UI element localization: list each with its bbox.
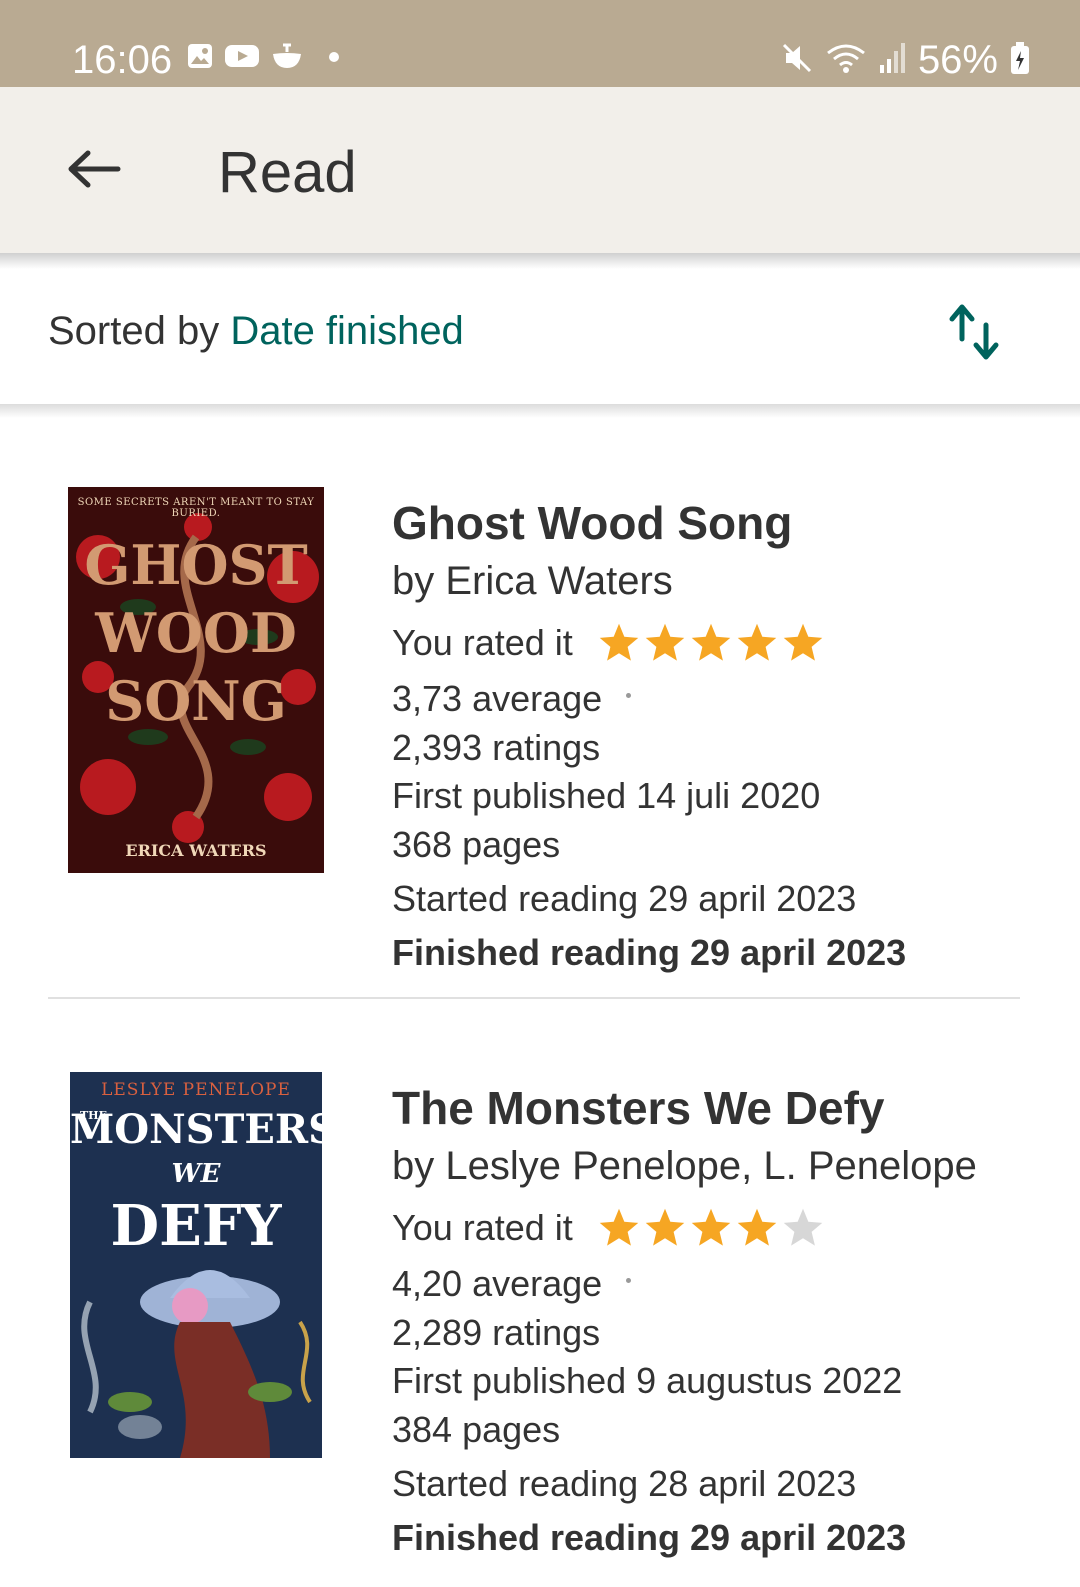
mute-icon <box>780 41 814 80</box>
ratings-count: 2,393 ratings <box>392 727 601 768</box>
separator-dot <box>626 1277 632 1283</box>
notification-app-icon <box>270 42 304 75</box>
user-rating-row: You rated it <box>392 621 825 665</box>
youtube-icon <box>224 42 260 75</box>
app-bar: Read <box>0 87 1080 253</box>
wifi-icon <box>826 41 866 80</box>
status-left-icons <box>186 42 340 75</box>
star-filled-icon[interactable] <box>689 621 733 665</box>
cover-author: ERICA WATERS <box>125 841 267 860</box>
rated-label: You rated it <box>392 622 573 663</box>
started-reading: Started reading 29 april 2023 <box>392 878 857 919</box>
book-author[interactable]: by Erica Waters <box>392 557 673 605</box>
star-empty-icon[interactable] <box>781 1206 825 1250</box>
cover-author: LESLYE PENELOPE <box>101 1080 291 1100</box>
battery-charging-icon <box>1010 41 1030 80</box>
cover-title-line: DEFY <box>110 1193 282 1259</box>
status-right: 56% <box>780 36 1030 84</box>
finished-reading: Finished reading 29 april 2023 <box>392 932 907 973</box>
star-filled-icon[interactable] <box>597 621 641 665</box>
status-bar: 16:06 56% <box>0 0 1080 87</box>
star-filled-icon[interactable] <box>643 1206 687 1250</box>
book-list-item[interactable]: SOME SECRETS AREN'T MEANT TO STAY BURIED… <box>0 487 1080 977</box>
app-bar-shadow <box>0 253 1080 269</box>
signal-icon <box>878 41 906 80</box>
back-button[interactable] <box>58 139 130 203</box>
sort-prefix: Sorted by <box>48 309 231 353</box>
page-count: 384 pages <box>392 1409 561 1450</box>
average-rating: 3,73 average <box>392 677 632 721</box>
page-title: Read <box>218 140 357 205</box>
book-title[interactable]: Ghost Wood Song <box>392 495 792 551</box>
sort-bar: Sorted by Date finished <box>0 269 1080 404</box>
list-divider <box>48 997 1020 999</box>
page-count: 368 pages <box>392 824 561 865</box>
battery-percent: 56% <box>917 38 998 82</box>
star-filled-icon[interactable] <box>643 621 687 665</box>
sort-direction-button[interactable] <box>948 303 1002 363</box>
first-published: First published 9 augustus 2022 <box>392 1360 903 1401</box>
dot-icon <box>328 50 340 68</box>
star-filled-icon[interactable] <box>689 1206 733 1250</box>
book-author[interactable]: by Leslye Penelope, L. Penelope <box>392 1142 977 1190</box>
cover-tagline: SOME SECRETS AREN'T MEANT TO STAY BURIED… <box>77 497 315 519</box>
book-title[interactable]: The Monsters We Defy <box>392 1080 884 1136</box>
finished-reading: Finished reading 29 april 2023 <box>392 1517 907 1558</box>
sort-value-link[interactable]: Date finished <box>230 309 463 353</box>
sort-label: Sorted by Date finished <box>48 307 464 355</box>
status-time: 16:06 <box>72 38 173 82</box>
arrow-left-icon <box>66 149 122 194</box>
cover-title-line: WOOD <box>95 601 297 665</box>
average-rating-text: 4,20 average <box>392 1263 603 1304</box>
gallery-icon <box>186 42 214 75</box>
average-rating-text: 3,73 average <box>392 678 603 719</box>
user-rating-stars[interactable] <box>597 621 825 665</box>
sort-bar-shadow <box>0 404 1080 418</box>
sort-direction-icon <box>948 304 1002 367</box>
star-filled-icon[interactable] <box>781 621 825 665</box>
star-filled-icon[interactable] <box>735 1206 779 1250</box>
cover-title-line: GHOST <box>84 533 308 597</box>
book-list-item[interactable]: LESLYE PENELOPE THE MONSTERS WE DEFY The… <box>0 1072 1080 1572</box>
first-published: First published 14 juli 2020 <box>392 775 821 816</box>
rated-label: You rated it <box>392 1207 573 1248</box>
star-filled-icon[interactable] <box>735 621 779 665</box>
book-cover[interactable]: LESLYE PENELOPE THE MONSTERS WE DEFY <box>70 1072 322 1458</box>
ratings-count: 2,289 ratings <box>392 1312 601 1353</box>
star-filled-icon[interactable] <box>597 1206 641 1250</box>
cover-title-line: MONSTERS <box>70 1106 322 1153</box>
book-cover[interactable]: SOME SECRETS AREN'T MEANT TO STAY BURIED… <box>68 487 324 873</box>
user-rating-row: You rated it <box>392 1206 825 1250</box>
average-rating: 4,20 average <box>392 1262 632 1306</box>
started-reading: Started reading 28 april 2023 <box>392 1463 857 1504</box>
separator-dot <box>626 692 632 698</box>
user-rating-stars[interactable] <box>597 1206 825 1250</box>
cover-title-line: SONG <box>105 669 287 733</box>
cover-title-line: WE <box>171 1159 221 1189</box>
